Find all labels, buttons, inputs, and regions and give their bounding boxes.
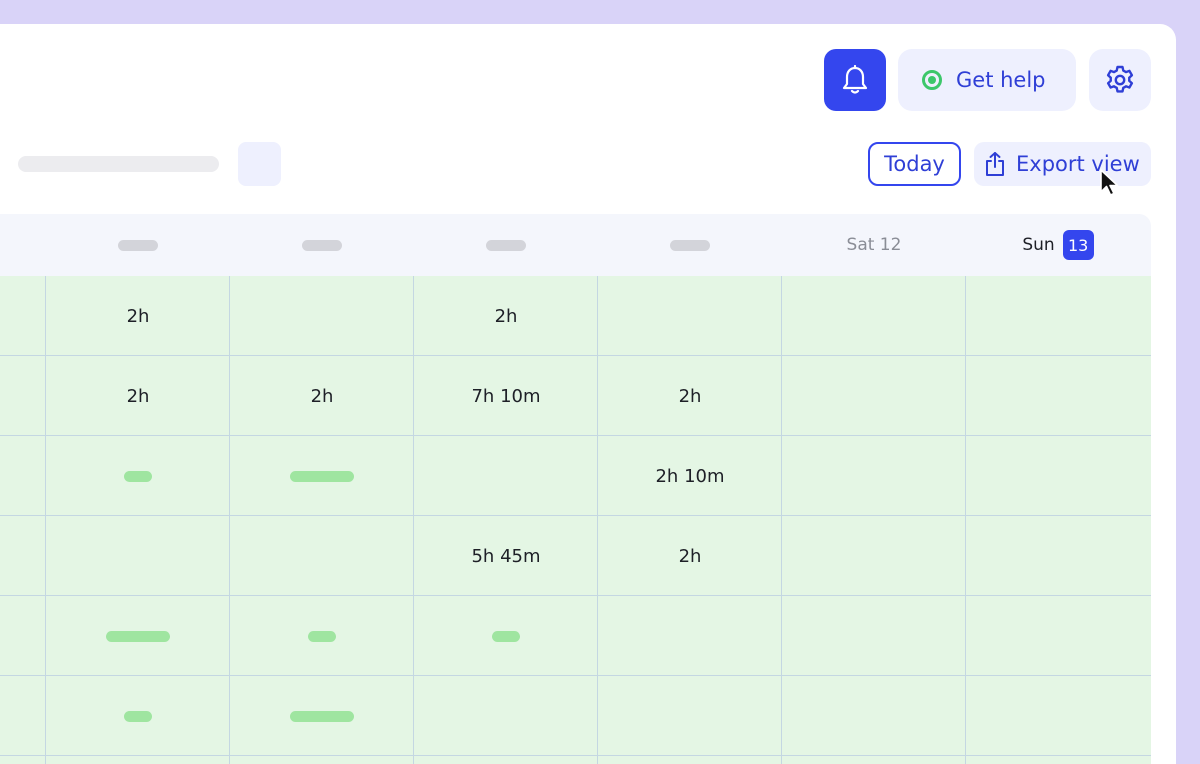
calendar-cell[interactable]: [46, 596, 230, 676]
calendar-cell[interactable]: [230, 676, 414, 756]
day-header-sat: Sat 12: [782, 214, 966, 276]
today-date-badge: 13: [1062, 230, 1094, 260]
day-header: [598, 214, 782, 276]
today-day-label: Sun 13: [1022, 230, 1094, 260]
export-view-button[interactable]: Export view: [974, 142, 1151, 186]
entry-skeleton: [124, 710, 152, 722]
calendar-cell[interactable]: [414, 596, 598, 676]
status-dot-icon: [922, 70, 942, 90]
time-entry: 2h: [678, 545, 702, 567]
calendar-cell[interactable]: [46, 676, 230, 756]
day-header-sun: Sun 13: [966, 214, 1150, 276]
icon-skeleton: [238, 142, 281, 186]
day-label-skeleton: [486, 239, 526, 251]
calendar-cell[interactable]: 5h 45m: [414, 516, 598, 596]
day-label-skeleton: [670, 239, 710, 251]
day-label-skeleton: [302, 239, 342, 251]
entry-skeleton: [308, 630, 336, 642]
calendar-cell[interactable]: [46, 436, 230, 516]
day-label-skeleton: [118, 239, 158, 251]
time-entry: 7h 10m: [471, 385, 541, 407]
time-entry: 5h 45m: [471, 545, 541, 567]
calendar-cell[interactable]: 2h: [46, 276, 230, 356]
entry-skeleton: [290, 710, 354, 722]
time-entry: 2h 10m: [655, 465, 725, 487]
calendar-grid: 2h 2h 2h 2h 7h 10m 2h 2h 10m 5h 45m 2h: [0, 276, 1151, 764]
calendar-cell[interactable]: 7h 10m: [414, 356, 598, 436]
calendar-cell[interactable]: 2h: [414, 276, 598, 356]
time-entry: 2h: [678, 385, 702, 407]
calendar-cell[interactable]: 2h: [46, 356, 230, 436]
time-entry: 2h: [126, 385, 150, 407]
mouse-cursor-icon: [1100, 169, 1119, 196]
calendar-cell[interactable]: 2h: [598, 356, 782, 436]
entry-skeleton: [492, 630, 520, 642]
day-header: [414, 214, 598, 276]
main-panel: Get help Today Export view Sat 12 Sun 13…: [0, 24, 1176, 764]
time-entry: 2h: [126, 305, 150, 327]
title-skeleton: [18, 156, 219, 172]
entry-skeleton: [290, 470, 354, 482]
entry-skeleton: [124, 470, 152, 482]
grid-line: [965, 276, 966, 764]
today-button[interactable]: Today: [868, 142, 961, 186]
day-header: [230, 214, 414, 276]
calendar-cell[interactable]: 2h 10m: [598, 436, 782, 516]
calendar-cell[interactable]: [230, 596, 414, 676]
calendar-header: Sat 12 Sun 13: [0, 214, 1151, 276]
time-entry: 2h: [310, 385, 334, 407]
share-export-icon: [986, 152, 1004, 176]
get-help-label: Get help: [956, 68, 1046, 92]
gear-icon: [1106, 65, 1134, 93]
bell-icon: [842, 65, 868, 94]
calendar-cell[interactable]: 2h: [230, 356, 414, 436]
settings-button[interactable]: [1089, 49, 1151, 111]
notifications-button[interactable]: [824, 49, 886, 111]
day-label: Sat 12: [846, 235, 902, 255]
calendar-cell[interactable]: [230, 436, 414, 516]
get-help-button[interactable]: Get help: [898, 49, 1076, 111]
entry-skeleton: [106, 630, 170, 642]
calendar-cell[interactable]: 2h: [598, 516, 782, 596]
time-entry: 2h: [494, 305, 518, 327]
day-header: [46, 214, 230, 276]
day-label: Sun: [1022, 235, 1055, 255]
